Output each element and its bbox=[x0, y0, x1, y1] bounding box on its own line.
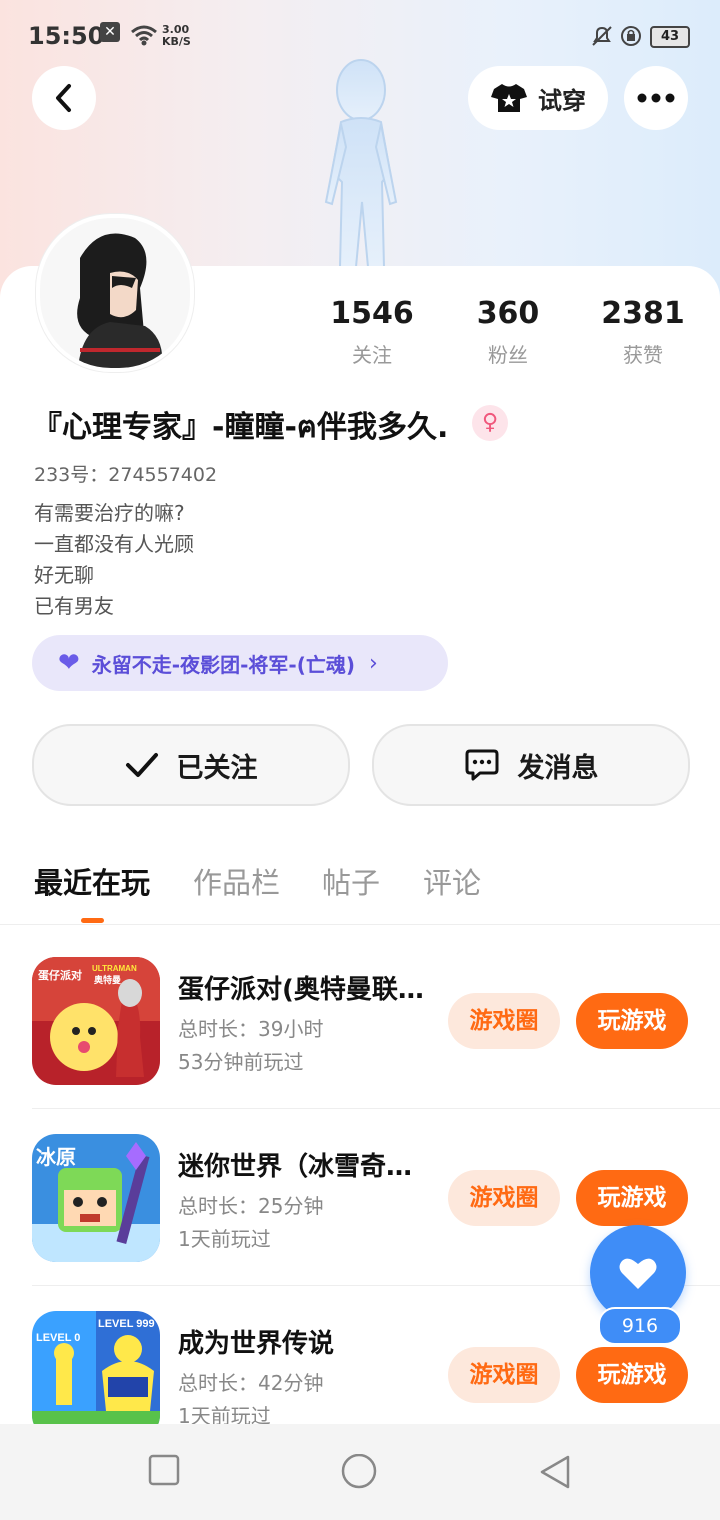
stat-likes[interactable]: 2381 获赞 bbox=[583, 296, 703, 368]
game-icon-eggy-party: 蛋仔派对 ULTRAMAN 奥特曼 bbox=[32, 957, 160, 1085]
likes-received-count: 2381 bbox=[601, 296, 685, 331]
stat-fans[interactable]: 360 粉丝 bbox=[448, 296, 568, 368]
tab-divider bbox=[0, 924, 720, 925]
game-icon-mini-world: 冰原 bbox=[32, 1134, 160, 1262]
back-button[interactable] bbox=[32, 66, 96, 130]
game-icon-world-legend: LEVEL 0 LEVEL 999 bbox=[32, 1311, 160, 1439]
mini-world-badge-text: 冰原 bbox=[36, 1146, 76, 1169]
send-message-button[interactable]: 发消息 bbox=[372, 724, 690, 806]
avatar-3d-figure bbox=[324, 59, 398, 268]
network-speed-unit: KB/S bbox=[162, 35, 191, 48]
play-game-button[interactable]: 玩游戏 bbox=[576, 1170, 688, 1226]
following-count: 1546 bbox=[330, 296, 414, 331]
fans-label: 粉丝 bbox=[488, 343, 528, 367]
game-title: 迷你世界（冰雪奇缘） bbox=[178, 1152, 434, 1182]
rotation-lock-icon bbox=[621, 26, 641, 46]
notification-x-icon: ✕ bbox=[100, 22, 120, 42]
bio-line: 好无聊 bbox=[34, 563, 94, 587]
bio-line: 有需要治疗的嘛? bbox=[34, 501, 185, 525]
back-triangle-icon[interactable] bbox=[538, 1454, 572, 1490]
ultraman-logo-text: ULTRAMAN bbox=[92, 964, 137, 973]
game-circle-button[interactable]: 游戏圈 bbox=[448, 1347, 560, 1403]
followed-label: 已关注 bbox=[176, 752, 258, 784]
active-tab-indicator bbox=[81, 918, 104, 923]
tab-works[interactable]: 作品栏 bbox=[193, 860, 280, 902]
more-dots-icon bbox=[637, 93, 675, 103]
check-icon bbox=[125, 753, 158, 777]
wifi-icon bbox=[131, 25, 157, 46]
game-total-playtime: 总时长：42分钟 bbox=[178, 1371, 324, 1395]
likes-received-label: 获赞 bbox=[623, 343, 663, 367]
status-time: 15:50 bbox=[28, 22, 105, 50]
tab-recently-played[interactable]: 最近在玩 bbox=[34, 860, 150, 902]
tab-comments[interactable]: 评论 bbox=[423, 860, 481, 902]
eggy-party-logo-text: 蛋仔派对 bbox=[38, 968, 82, 982]
play-game-button[interactable]: 玩游戏 bbox=[576, 993, 688, 1049]
system-navigation-bar bbox=[0, 1424, 720, 1520]
row-divider bbox=[32, 1108, 720, 1109]
network-speed: 3.00 KB/S bbox=[162, 24, 191, 48]
avatar[interactable] bbox=[36, 214, 194, 372]
play-game-button[interactable]: 玩游戏 bbox=[576, 1347, 688, 1403]
ultraman-cn-logo-text: 奥特曼 bbox=[93, 974, 121, 985]
bio: 有需要治疗的嘛? 一直都没有人光顾 好无聊 已有男友 bbox=[34, 498, 194, 622]
battery-indicator: 43 bbox=[650, 26, 690, 48]
more-options-button[interactable] bbox=[624, 66, 688, 130]
recent-apps-icon[interactable] bbox=[148, 1454, 180, 1486]
game-total-playtime: 总时长：25分钟 bbox=[178, 1194, 324, 1218]
back-arrow-icon bbox=[56, 84, 71, 112]
bio-line: 一直都没有人光顾 bbox=[34, 532, 194, 556]
level-999-text: LEVEL 999 bbox=[98, 1318, 155, 1330]
double-heart-icon: ❤ bbox=[58, 648, 80, 678]
try-on-label: 试穿 bbox=[538, 86, 586, 115]
game-circle-button[interactable]: 游戏圈 bbox=[448, 993, 560, 1049]
game-circle-button[interactable]: 游戏圈 bbox=[448, 1170, 560, 1226]
chevron-right-icon: › bbox=[368, 650, 378, 676]
message-bubble-icon bbox=[465, 749, 498, 781]
stat-following[interactable]: 1546 关注 bbox=[312, 296, 432, 368]
game-total-playtime: 总时长：39小时 bbox=[178, 1017, 324, 1041]
female-gender-icon: ♀ bbox=[472, 405, 508, 441]
nickname: 『心理专家』-瞳瞳-ฅ伴我多久. bbox=[32, 410, 449, 445]
bio-line: 已有男友 bbox=[34, 594, 114, 618]
status-bar: 15:50 ✕ 3.00 KB/S 43 bbox=[0, 0, 720, 72]
avatar-image bbox=[40, 218, 190, 368]
game-last-played: 53分钟前玩过 bbox=[178, 1050, 304, 1074]
game-title: 蛋仔派对(奥特曼联动) bbox=[178, 975, 434, 1005]
mute-bell-icon bbox=[592, 26, 612, 46]
group-badge[interactable]: ❤ 永留不走-夜影团-将军-(亡魂) › bbox=[32, 635, 448, 691]
followed-button[interactable]: 已关注 bbox=[32, 724, 350, 806]
home-icon[interactable] bbox=[340, 1454, 378, 1492]
tshirt-icon bbox=[491, 84, 527, 112]
following-label: 关注 bbox=[352, 343, 392, 367]
fans-count: 360 bbox=[476, 296, 540, 331]
game-title: 成为世界传说 bbox=[178, 1329, 335, 1359]
like-count-badge: 916 bbox=[598, 1307, 682, 1345]
send-message-label: 发消息 bbox=[517, 752, 599, 784]
user-id: 233号：274557402 bbox=[34, 464, 218, 486]
game-last-played: 1天前玩过 bbox=[178, 1227, 271, 1251]
try-on-button[interactable]: 试穿 bbox=[468, 66, 608, 130]
group-name: 永留不走-夜影团-将军-(亡魂) bbox=[91, 652, 355, 677]
level-0-text: LEVEL 0 bbox=[36, 1332, 80, 1344]
tab-posts[interactable]: 帖子 bbox=[322, 860, 380, 902]
heart-icon bbox=[619, 1258, 657, 1289]
